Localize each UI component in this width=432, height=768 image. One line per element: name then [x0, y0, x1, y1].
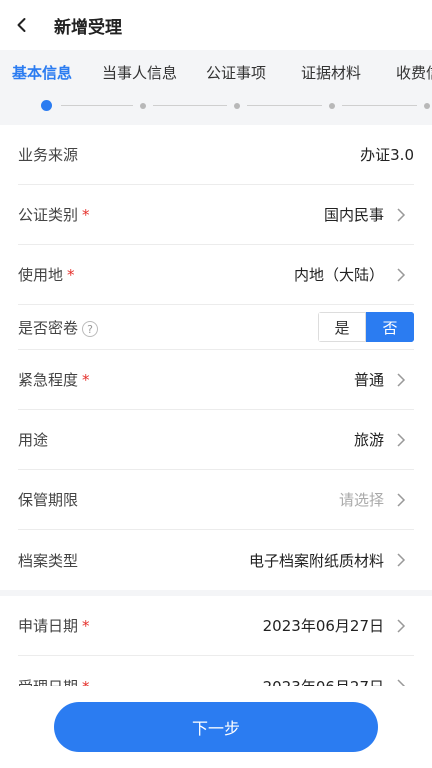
field-label: 业务来源 — [18, 146, 79, 164]
field-label: 公证类别 * — [18, 206, 90, 224]
tab-notary-matters[interactable]: 公证事项 — [206, 62, 266, 83]
chevron-right-icon — [397, 372, 406, 387]
required-mark: * — [82, 678, 90, 687]
retention-period-value: 请选择 — [338, 491, 384, 509]
field-label: 紧急程度 * — [18, 371, 90, 389]
usage-place-value: 内地（大陆） — [293, 266, 384, 284]
acceptance-date-value: 2023年06月27日 — [263, 676, 384, 687]
footer-bar: 下一步 — [0, 686, 432, 768]
step-line — [247, 105, 322, 106]
chevron-right-icon — [397, 267, 406, 282]
required-mark: * — [82, 206, 90, 224]
row-business-source: 业务来源 办证3.0 — [18, 125, 414, 185]
confidential-yes-option[interactable]: 是 — [318, 312, 366, 342]
app-header: 新增受理 — [0, 0, 432, 50]
field-label: 使用地 * — [18, 266, 75, 284]
field-label: 保管期限 — [18, 491, 79, 509]
row-urgency[interactable]: 紧急程度 * 普通 — [18, 350, 414, 410]
confidential-no-option[interactable]: 否 — [366, 312, 414, 342]
required-mark: * — [82, 617, 90, 635]
page-title: 新增受理 — [54, 17, 122, 38]
back-button[interactable] — [2, 0, 42, 50]
business-source-value: 办证3.0 — [360, 146, 414, 164]
row-usage-place[interactable]: 使用地 * 内地（大陆） — [18, 245, 414, 305]
chevron-right-icon — [397, 432, 406, 447]
step-line — [342, 105, 417, 106]
chevron-right-icon — [397, 618, 406, 633]
notary-category-value: 国内民事 — [323, 206, 384, 224]
tab-fees[interactable]: 收费信 — [396, 62, 432, 83]
row-retention-period[interactable]: 保管期限 请选择 — [18, 470, 414, 530]
application-date-value: 2023年06月27日 — [262, 617, 384, 635]
field-label: 受理日期* — [18, 676, 90, 687]
row-purpose[interactable]: 用途 旅游 — [18, 410, 414, 470]
urgency-value: 普通 — [353, 371, 384, 389]
row-acceptance-date[interactable]: 受理日期* 2023年06月27日 — [18, 656, 414, 686]
field-label: 申请日期 * — [18, 617, 90, 635]
archive-type-value: 电子档案附纸质材料 — [248, 551, 384, 570]
step-dot — [329, 103, 335, 109]
row-archive-type[interactable]: 档案类型 电子档案附纸质材料 — [18, 530, 414, 590]
field-label: 用途 — [18, 431, 49, 449]
chevron-right-icon — [397, 553, 406, 567]
field-label: 是否密卷? — [18, 317, 99, 338]
step-dot — [140, 103, 146, 109]
date-card: 申请日期* 2023年06月27日 受理日期* 2023年06月27日 — [0, 596, 432, 686]
step-dot — [234, 103, 240, 109]
row-application-date[interactable]: 申请日期 * 2023年06月27日 — [18, 596, 414, 656]
step-tabs: 基本信息 当事人信息 公证事项 证据材料 收费信 — [0, 50, 432, 125]
step-dot-active — [41, 100, 52, 111]
step-progress — [0, 100, 432, 112]
chevron-left-icon — [17, 18, 26, 32]
field-label: 档案类型 — [18, 551, 79, 570]
confidential-toggle: 是 否 — [318, 312, 414, 342]
tab-party-info[interactable]: 当事人信息 — [102, 62, 177, 83]
next-step-button[interactable]: 下一步 — [54, 702, 378, 752]
step-line — [153, 105, 227, 106]
chevron-right-icon — [397, 207, 406, 222]
chevron-right-icon — [397, 679, 406, 686]
row-notary-category[interactable]: 公证类别 * 国内民事 — [18, 185, 414, 245]
tab-basic-info[interactable]: 基本信息 — [12, 62, 72, 83]
tab-evidence[interactable]: 证据材料 — [301, 62, 361, 83]
purpose-value: 旅游 — [353, 431, 384, 449]
basic-info-card: 业务来源 办证3.0 公证类别 * 国内民事 使用地 * 内地（大陆） 是否密卷? … — [0, 125, 432, 590]
required-mark: * — [82, 371, 90, 389]
step-dot — [424, 103, 430, 109]
row-confidential: 是否密卷? 是 否 — [18, 305, 414, 350]
help-icon[interactable]: ? — [82, 321, 99, 337]
step-line — [61, 105, 133, 106]
chevron-right-icon — [397, 492, 406, 507]
required-mark: * — [67, 266, 75, 284]
